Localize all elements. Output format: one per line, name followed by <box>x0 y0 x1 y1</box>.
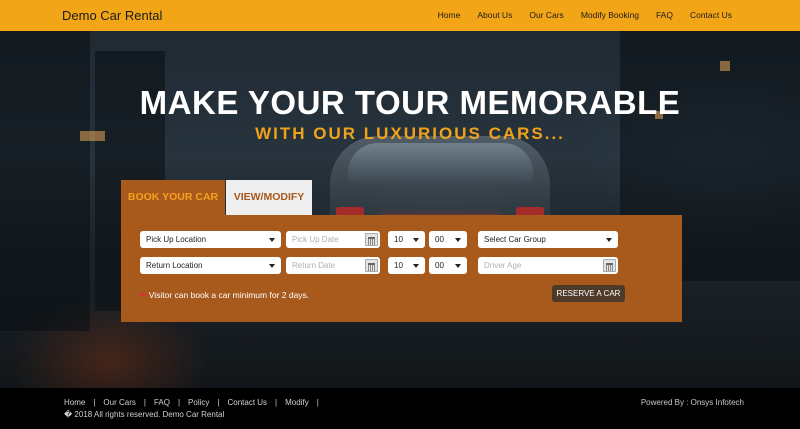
hero-headline: MAKE YOUR TOUR MEMORABLE <box>139 84 681 121</box>
site-brand[interactable]: Demo Car Rental <box>62 8 162 23</box>
chevron-down-icon <box>413 264 419 268</box>
heart-icon: ❤ <box>140 291 147 300</box>
return-hour-select[interactable]: 10 <box>388 257 425 274</box>
hero-subheadline: WITH OUR LUXURIOUS CARS... <box>255 124 565 143</box>
driver-age-input[interactable]: Driver Age <box>478 257 618 274</box>
separator: | <box>217 398 220 407</box>
return-hour-value: 10 <box>394 261 403 270</box>
nav-home[interactable]: Home <box>438 10 461 20</box>
pickup-hour-select[interactable]: 10 <box>388 231 425 248</box>
copyright-text: � 2018 All rights reserved. Demo Car Ren… <box>64 410 225 419</box>
calendar-icon[interactable] <box>365 233 378 246</box>
car-rear-window <box>348 143 533 183</box>
main-nav: Home About Us Our Cars Modify Booking FA… <box>438 10 732 20</box>
chevron-down-icon <box>455 264 461 268</box>
return-location-value: Return Location <box>146 261 203 270</box>
car-group-select[interactable]: Select Car Group <box>478 231 618 248</box>
pickup-location-value: Pick Up Location <box>146 235 207 244</box>
separator: | <box>316 398 319 407</box>
nav-modify-booking[interactable]: Modify Booking <box>581 10 639 20</box>
building-left <box>0 31 90 331</box>
return-date-input[interactable]: Return Date <box>286 257 380 274</box>
top-navbar: Demo Car Rental Home About Us Our Cars M… <box>0 0 800 31</box>
lit-window <box>720 61 730 71</box>
calendar-icon[interactable] <box>365 259 378 272</box>
footer-link-contact-us[interactable]: Contact Us <box>227 398 267 407</box>
return-date-placeholder: Return Date <box>292 261 336 270</box>
return-location-select[interactable]: Return Location <box>140 257 281 274</box>
tab-book-your-car[interactable]: BOOK YOUR CAR <box>121 180 225 215</box>
nav-contact-us[interactable]: Contact Us <box>690 10 732 20</box>
pickup-date-placeholder: Pick Up Date <box>292 235 339 244</box>
footer-link-policy[interactable]: Policy <box>188 398 209 407</box>
pickup-location-select[interactable]: Pick Up Location <box>140 231 281 248</box>
chevron-down-icon <box>269 264 275 268</box>
chevron-down-icon <box>606 238 612 242</box>
separator: | <box>275 398 278 407</box>
site-footer: Home | Our Cars | FAQ | Policy | Contact Us |… <box>0 388 800 429</box>
footer-link-modify[interactable]: Modify <box>285 398 309 407</box>
chevron-down-icon <box>269 238 275 242</box>
pickup-minute-select[interactable]: 00 <box>429 231 467 248</box>
separator: | <box>143 398 146 407</box>
pickup-hour-value: 10 <box>394 235 403 244</box>
footer-link-our-cars[interactable]: Our Cars <box>103 398 135 407</box>
return-minute-value: 00 <box>435 261 444 270</box>
tab-view-modify[interactable]: VIEW/MODIFY <box>226 180 312 215</box>
nav-our-cars[interactable]: Our Cars <box>529 10 563 20</box>
separator: | <box>93 398 96 407</box>
id-card-icon <box>603 259 616 272</box>
footer-link-faq[interactable]: FAQ <box>154 398 170 407</box>
separator: | <box>177 398 181 407</box>
footer-links: Home | Our Cars | FAQ | Policy | Contact Us |… <box>64 398 327 407</box>
booking-note-text: Visitor can book a car minimum for 2 day… <box>148 290 310 300</box>
pickup-minute-value: 00 <box>435 235 444 244</box>
chevron-down-icon <box>413 238 419 242</box>
nav-about-us[interactable]: About Us <box>477 10 512 20</box>
footer-link-home[interactable]: Home <box>64 398 85 407</box>
booking-note: ❤ Visitor can book a car minimum for 2 da… <box>140 290 309 300</box>
driver-age-placeholder: Driver Age <box>484 261 522 270</box>
pickup-date-input[interactable]: Pick Up Date <box>286 231 380 248</box>
powered-by-text: Powered By : Onsys Infotech <box>640 398 744 407</box>
nav-faq[interactable]: FAQ <box>656 10 673 20</box>
reserve-car-button[interactable]: RESERVE A CAR <box>552 285 625 302</box>
chevron-down-icon <box>455 238 461 242</box>
return-minute-select[interactable]: 00 <box>429 257 467 274</box>
car-group-value: Select Car Group <box>484 235 546 244</box>
